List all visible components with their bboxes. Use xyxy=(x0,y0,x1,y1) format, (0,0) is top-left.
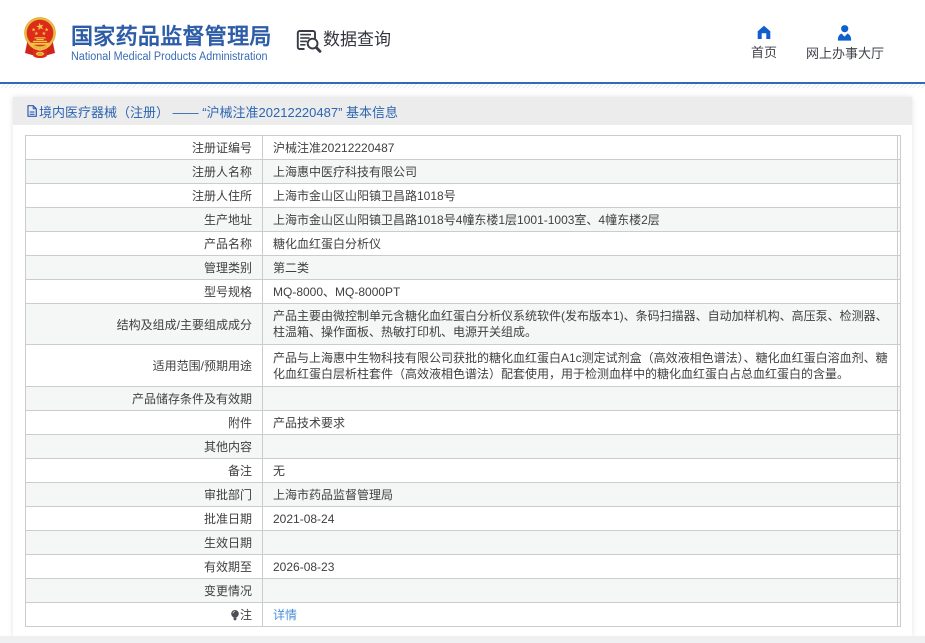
table-row: 生效日期 xyxy=(25,530,901,555)
details-link[interactable]: 详情 xyxy=(273,608,297,622)
row-value: MQ-8000、MQ-8000PT xyxy=(262,279,901,304)
row-label: 附件 xyxy=(25,410,263,435)
row-value: 第二类 xyxy=(262,255,901,280)
footer-strip xyxy=(0,636,925,643)
row-label: 适用范围/预期用途 xyxy=(25,344,263,387)
row-label: 有效期至 xyxy=(25,554,263,579)
service-hall-label: 网上办事大厅 xyxy=(805,46,884,61)
row-value xyxy=(262,530,901,555)
table-row: 备注无 xyxy=(25,458,901,483)
row-label: 生效日期 xyxy=(25,530,263,555)
bulb-icon xyxy=(231,610,239,621)
row-label: 产品储存条件及有效期 xyxy=(25,386,263,411)
table-row: 注详情 xyxy=(25,602,901,627)
row-value: 上海惠中医疗科技有限公司 xyxy=(262,159,901,184)
row-label: 型号规格 xyxy=(25,279,263,304)
hatch-pattern-band xyxy=(0,84,925,88)
registration-info-table: 注册证编号 沪械注准20212220487 注册人名称 上海惠中医疗科技有限公司 注册人… xyxy=(25,135,901,627)
row-label: 管理类别 xyxy=(25,255,263,280)
row-label: 注册人名称 xyxy=(25,159,263,184)
home-link[interactable]: 首页 xyxy=(751,25,777,62)
row-label: 注 xyxy=(25,602,263,627)
row-value: 产品主要由微控制单元含糖化血红蛋白分析仪系统软件(发布版本1)、条码扫描器、自动… xyxy=(262,303,901,345)
table-row: 其他内容 xyxy=(25,434,901,459)
row-label: 变更情况 xyxy=(25,578,263,603)
row-label: 备注 xyxy=(25,458,263,483)
row-value: 无 xyxy=(262,458,901,483)
table-row: 注册证编号 沪械注准20212220487 xyxy=(25,135,901,160)
row-value: 沪械注准20212220487 xyxy=(262,135,901,160)
table-row: 变更情况 xyxy=(25,578,901,603)
document-icon xyxy=(27,105,37,117)
row-value: 上海市金山区山阳镇卫昌路1018号 xyxy=(262,183,901,208)
row-value: 2021-08-24 xyxy=(262,506,901,531)
breadcrumb-text: 境内医疗器械（注册） —— “沪械注准20212220487” 基本信息 xyxy=(39,104,399,120)
row-value: 产品与上海惠中生物科技有限公司获批的糖化血红蛋白A1c测定试剂盒（高效液相色谱法… xyxy=(262,344,901,387)
table-row: 批准日期 2021-08-24 xyxy=(25,506,901,531)
row-value: 上海市药品监督管理局 xyxy=(262,482,901,507)
site-header: 国家药品监督管理局 National Medical Products Admi… xyxy=(0,0,925,82)
home-link-label: 首页 xyxy=(750,45,777,60)
table-outer-border xyxy=(897,135,898,627)
table-row: 管理类别 第二类 xyxy=(25,255,901,280)
data-query-label: 数据查询 xyxy=(323,30,391,49)
row-label: 注册人住所 xyxy=(25,183,263,208)
top-links: 首页 网上办事大厅 xyxy=(751,25,884,62)
document-search-icon xyxy=(296,30,322,53)
table-row: 结构及组成/主要组成成分 产品主要由微控制单元含糖化血红蛋白分析仪系统软件(发布版… xyxy=(25,303,901,345)
row-label: 注册证编号 xyxy=(25,135,263,160)
service-hall-link[interactable]: 网上办事大厅 xyxy=(806,25,884,62)
row-label: 产品名称 xyxy=(25,231,263,256)
row-value: 详情 xyxy=(262,602,901,627)
brand-title-en: National Medical Products Administration xyxy=(71,51,268,63)
breadcrumb: 境内医疗器械（注册） —— “沪械注准20212220487” 基本信息 xyxy=(13,97,912,125)
row-value: 糖化血红蛋白分析仪 xyxy=(262,231,901,256)
brand-block: 国家药品监督管理局 National Medical Products Admi… xyxy=(71,24,280,64)
table-row: 产品名称 糖化血红蛋白分析仪 xyxy=(25,231,901,256)
row-label: 结构及组成/主要组成成分 xyxy=(25,303,263,345)
row-value: 2026-08-23 xyxy=(262,554,901,579)
row-value: 上海市金山区山阳镇卫昌路1018号4幢东楼1层1001-1003室、4幢东楼2层 xyxy=(262,207,901,232)
table-row: 生产地址 上海市金山区山阳镇卫昌路1018号4幢东楼1层1001-1003室、4幢… xyxy=(25,207,901,232)
table-row: 附件 产品技术要求 xyxy=(25,410,901,435)
table-row: 注册人名称 上海惠中医疗科技有限公司 xyxy=(25,159,901,184)
table-row: 审批部门 上海市药品监督管理局 xyxy=(25,482,901,507)
table-row: 型号规格 MQ-8000、MQ-8000PT xyxy=(25,279,901,304)
person-icon xyxy=(838,25,852,41)
row-value xyxy=(262,386,901,411)
content-panel: 境内医疗器械（注册） —— “沪械注准20212220487” 基本信息 注册证… xyxy=(13,97,912,636)
row-label: 其他内容 xyxy=(25,434,263,459)
table-row: 适用范围/预期用途 产品与上海惠中生物科技有限公司获批的糖化血红蛋白A1c测定试剂… xyxy=(25,344,901,387)
table-row: 产品储存条件及有效期 xyxy=(25,386,901,411)
table-row: 注册人住所 上海市金山区山阳镇卫昌路1018号 xyxy=(25,183,901,208)
table-row: 有效期至 2026-08-23 xyxy=(25,554,901,579)
row-label: 审批部门 xyxy=(25,482,263,507)
national-emblem-logo xyxy=(24,17,56,58)
row-value xyxy=(262,578,901,603)
brand-title-cn: 国家药品监督管理局 xyxy=(71,24,272,49)
row-value: 产品技术要求 xyxy=(262,410,901,435)
row-label: 生产地址 xyxy=(25,207,263,232)
home-icon xyxy=(757,25,771,39)
row-label: 批准日期 xyxy=(25,506,263,531)
row-value xyxy=(262,434,901,459)
